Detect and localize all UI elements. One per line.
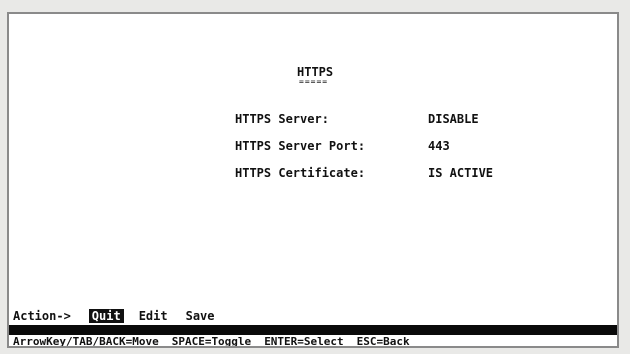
- help-move: ArrowKey/TAB/BACK=Move: [13, 335, 159, 348]
- help-back: ESC=Back: [356, 335, 410, 348]
- save-action[interactable]: Save: [183, 309, 218, 323]
- quit-action[interactable]: Quit: [88, 309, 124, 323]
- help-toggle: SPACE=Toggle: [171, 335, 252, 348]
- help-bar: ArrowKey/TAB/BACK=Move SPACE=Toggle ENTE…: [13, 335, 423, 348]
- help-select: ENTER=Select: [264, 335, 344, 348]
- https-certificate-value[interactable]: IS ACTIVE: [428, 166, 493, 180]
- terminal-screen: HTTPS ===== HTTPS Server: DISABLE HTTPS …: [7, 12, 619, 348]
- action-label: Action->: [13, 309, 71, 323]
- https-server-value[interactable]: DISABLE: [428, 112, 479, 126]
- https-server-port-label: HTTPS Server Port:: [235, 139, 366, 153]
- edit-action[interactable]: Edit: [136, 309, 171, 323]
- title-underline: =====: [299, 77, 329, 86]
- https-server-label: HTTPS Server:: [235, 112, 329, 126]
- https-certificate-label: HTTPS Certificate:: [235, 166, 366, 180]
- action-bar: Action-> Quit Edit Save: [13, 309, 230, 323]
- separator-bar: [9, 325, 617, 335]
- https-server-port-value[interactable]: 443: [428, 139, 450, 153]
